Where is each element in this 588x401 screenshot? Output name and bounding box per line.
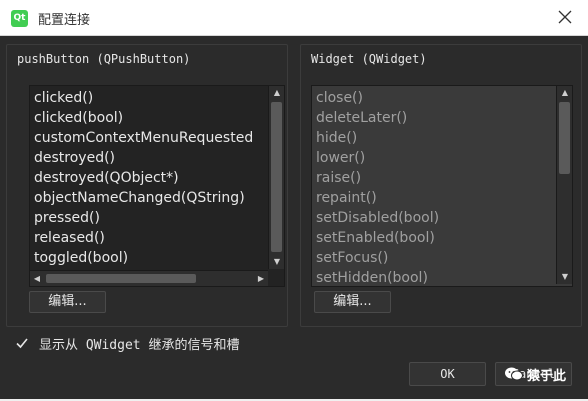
slot-list-vscrollbar[interactable]: ▲ ▼: [556, 86, 572, 284]
signal-item[interactable]: destroyed(): [34, 148, 266, 168]
slot-item[interactable]: repaint(): [316, 188, 554, 208]
signal-item[interactable]: objectNameChanged(QString): [34, 188, 266, 208]
signal-item[interactable]: released(): [34, 228, 266, 248]
sender-group-title: pushButton (QPushButton): [17, 52, 191, 66]
slot-list[interactable]: close() deleteLater() hide() lower() rai…: [311, 85, 573, 287]
close-icon[interactable]: [556, 8, 574, 26]
receiver-group-title: Widget (QWidget): [311, 52, 427, 66]
ok-button[interactable]: OK: [409, 362, 486, 386]
slot-item[interactable]: setEnabled(bool): [316, 228, 554, 248]
scroll-thumb[interactable]: [271, 102, 282, 252]
signal-item[interactable]: clicked(): [34, 88, 266, 108]
signal-item[interactable]: pressed(): [34, 208, 266, 228]
receiver-group: Widget (QWidget) close() deleteLater() h…: [300, 44, 582, 327]
scroll-down-arrow-icon[interactable]: ▼: [269, 255, 284, 269]
edit-slots-button[interactable]: 编辑...: [314, 291, 391, 313]
show-inherited-checkbox-row[interactable]: 显示从 QWidget 继承的信号和槽: [15, 334, 240, 353]
signal-item[interactable]: toggled(bool): [34, 248, 266, 268]
scroll-left-arrow-icon[interactable]: ◀: [30, 271, 44, 286]
slot-item[interactable]: raise(): [316, 168, 554, 188]
slot-item[interactable]: close(): [316, 88, 554, 108]
signal-item[interactable]: destroyed(QObject*): [34, 168, 266, 188]
show-inherited-label: 显示从 QWidget 继承的信号和槽: [39, 337, 240, 353]
title-bar: Qt 配置连接: [0, 0, 588, 36]
sender-group: pushButton (QPushButton) clicked() click…: [6, 44, 288, 327]
scroll-up-arrow-icon[interactable]: ▲: [557, 86, 572, 100]
edit-signals-button[interactable]: 编辑...: [29, 291, 106, 313]
scroll-up-arrow-icon[interactable]: ▲: [269, 86, 284, 100]
checkmark-icon[interactable]: [15, 336, 29, 350]
window-title: 配置连接: [38, 13, 91, 28]
scroll-right-arrow-icon[interactable]: ▶: [254, 271, 268, 286]
slot-item[interactable]: hide(): [316, 128, 554, 148]
qt-app-icon: Qt: [11, 10, 28, 27]
signal-list[interactable]: clicked() clicked(bool) customContextMen…: [29, 85, 285, 287]
slot-item[interactable]: setHidden(bool): [316, 268, 554, 286]
watermark-text: 猿于此: [526, 368, 566, 384]
signal-item[interactable]: clicked(bool): [34, 108, 266, 128]
signal-item[interactable]: customContextMenuRequested: [34, 128, 266, 148]
scroll-down-arrow-icon[interactable]: ▼: [557, 270, 572, 284]
scroll-thumb[interactable]: [559, 102, 570, 174]
slot-item[interactable]: lower(): [316, 148, 554, 168]
slot-item[interactable]: setFocus(): [316, 248, 554, 268]
signal-list-hscrollbar[interactable]: ◀ ▶: [30, 270, 268, 286]
watermark: 猿于此: [495, 362, 575, 386]
slot-item[interactable]: deleteLater(): [316, 108, 554, 128]
scroll-thumb[interactable]: [46, 274, 196, 283]
signal-list-vscrollbar[interactable]: ▲ ▼: [268, 86, 284, 269]
slot-item[interactable]: setDisabled(bool): [316, 208, 554, 228]
wechat-icon: [504, 367, 523, 381]
